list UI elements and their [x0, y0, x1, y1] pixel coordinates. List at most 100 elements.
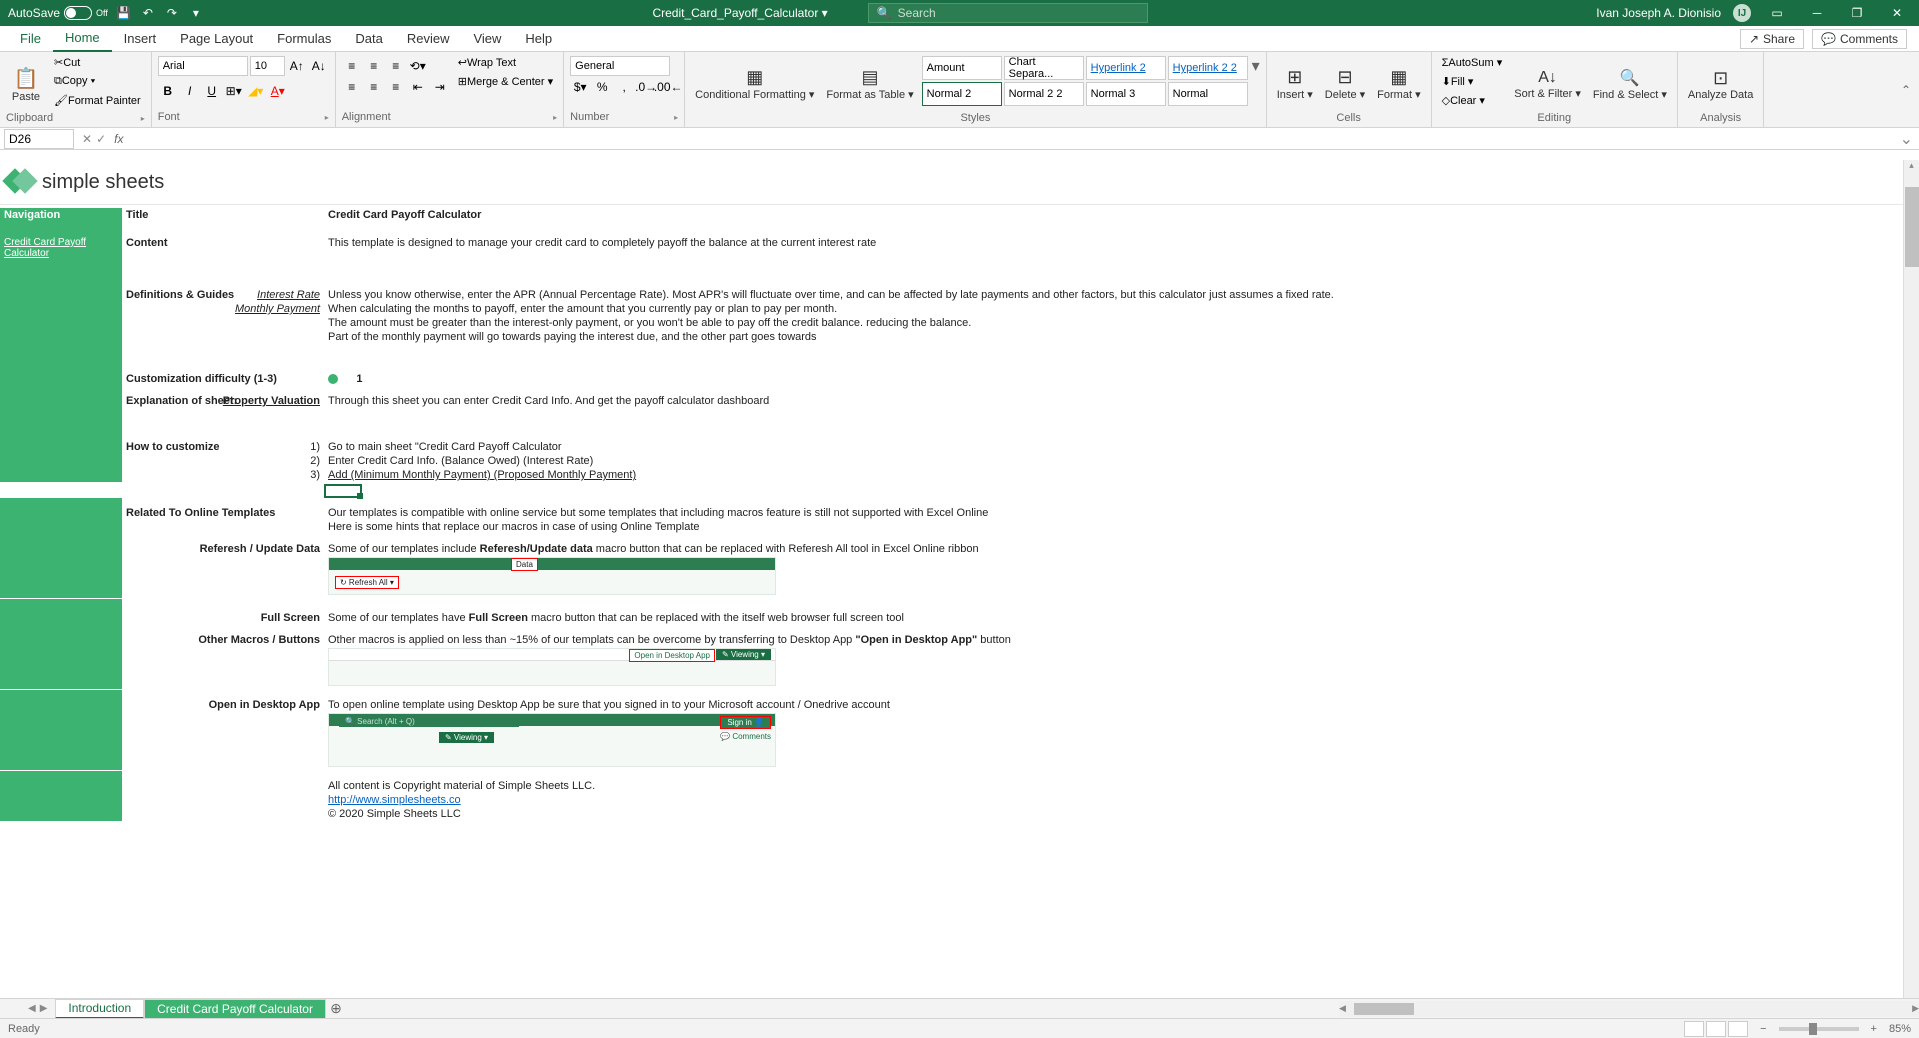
align-middle-icon[interactable]: ≡ — [364, 56, 384, 76]
autosave-toggle[interactable]: AutoSave Off — [8, 6, 108, 20]
sheet-nav-prev-icon[interactable]: ◀ — [28, 1003, 36, 1014]
tab-formulas[interactable]: Formulas — [265, 26, 343, 52]
selected-cell[interactable] — [324, 484, 362, 498]
tab-data[interactable]: Data — [343, 26, 394, 52]
fx-icon[interactable]: fx — [110, 132, 127, 146]
vertical-scrollbar[interactable]: ▴ — [1903, 160, 1919, 998]
fill-color-button[interactable]: ◢▾ — [246, 81, 266, 101]
style-normal22[interactable]: Normal 2 2 — [1004, 82, 1084, 106]
autosum-button[interactable]: ΣAutoSum ▾ — [1438, 56, 1507, 74]
cancel-formula-icon[interactable]: ✕ — [82, 132, 92, 146]
document-title[interactable]: Credit_Card_Payoff_Calculator ▾ — [652, 6, 827, 20]
paste-button[interactable]: 📋 Paste — [6, 56, 46, 112]
style-hyperlink2[interactable]: Hyperlink 2 — [1086, 56, 1166, 80]
style-chart-separa[interactable]: Chart Separa... — [1004, 56, 1084, 80]
style-normal2[interactable]: Normal 2 — [922, 82, 1002, 106]
number-format-select[interactable] — [570, 56, 670, 76]
view-page-break-icon[interactable] — [1728, 1021, 1748, 1037]
user-avatar[interactable]: IJ — [1733, 4, 1751, 22]
sheet-tab-calculator[interactable]: Credit Card Payoff Calculator — [144, 999, 326, 1019]
minimize-icon[interactable]: ─ — [1803, 0, 1831, 26]
decrease-decimal-icon[interactable]: .00← — [658, 77, 678, 97]
currency-icon[interactable]: $▾ — [570, 77, 590, 97]
qat-customize-icon[interactable]: ▾ — [188, 5, 204, 21]
style-amount[interactable]: Amount — [922, 56, 1002, 80]
expand-formula-icon[interactable]: ⌄ — [1894, 129, 1919, 149]
font-color-button[interactable]: A▾ — [268, 81, 288, 101]
spreadsheet-grid[interactable]: simple sheets Navigation Title Credit Ca… — [0, 160, 1919, 998]
tab-home[interactable]: Home — [53, 26, 112, 52]
tab-file[interactable]: File — [8, 26, 53, 52]
view-normal-icon[interactable] — [1684, 1021, 1704, 1037]
copy-button[interactable]: ⧉Copy ▾ — [50, 75, 145, 93]
nav-link-calculator[interactable]: Credit Card Payoff Calculator — [4, 237, 118, 259]
add-sheet-button[interactable]: ⊕ — [326, 999, 346, 1019]
increase-font-icon[interactable]: A↑ — [287, 56, 307, 76]
merge-center-button[interactable]: ⊞Merge & Center ▾ — [454, 75, 557, 93]
search-box[interactable]: 🔍 Search — [868, 3, 1148, 23]
align-right-icon[interactable]: ≡ — [386, 77, 406, 97]
styles-more-icon[interactable]: ▾ — [1252, 56, 1260, 76]
orientation-icon[interactable]: ⟲▾ — [408, 56, 428, 76]
cut-button[interactable]: ✂Cut — [50, 56, 145, 74]
close-icon[interactable]: ✕ — [1883, 0, 1911, 26]
format-as-table-button[interactable]: ▤Format as Table ▾ — [822, 56, 917, 112]
formula-input[interactable] — [127, 132, 1893, 146]
username[interactable]: Ivan Joseph A. Dionisio — [1596, 6, 1721, 20]
font-name-select[interactable] — [158, 56, 248, 76]
align-bottom-icon[interactable]: ≡ — [386, 56, 406, 76]
collapse-ribbon-icon[interactable]: ⌃ — [1893, 52, 1919, 127]
tab-insert[interactable]: Insert — [112, 26, 169, 52]
underline-button[interactable]: U — [202, 81, 222, 101]
find-select-button[interactable]: 🔍Find & Select ▾ — [1589, 56, 1671, 112]
zoom-in-icon[interactable]: + — [1871, 1023, 1877, 1035]
zoom-slider[interactable] — [1779, 1027, 1859, 1031]
decrease-indent-icon[interactable]: ⇤ — [408, 77, 428, 97]
analyze-data-button[interactable]: ⊡Analyze Data — [1684, 56, 1757, 112]
increase-indent-icon[interactable]: ⇥ — [430, 77, 450, 97]
insert-cells-button[interactable]: ⊞Insert ▾ — [1273, 56, 1317, 112]
tab-view[interactable]: View — [461, 26, 513, 52]
align-top-icon[interactable]: ≡ — [342, 56, 362, 76]
share-button[interactable]: ↗ Share — [1740, 29, 1804, 49]
tab-review[interactable]: Review — [395, 26, 462, 52]
percent-icon[interactable]: % — [592, 77, 612, 97]
zoom-out-icon[interactable]: − — [1760, 1023, 1766, 1035]
save-icon[interactable]: 💾 — [116, 5, 132, 21]
align-left-icon[interactable]: ≡ — [342, 77, 362, 97]
align-center-icon[interactable]: ≡ — [364, 77, 384, 97]
comments-button[interactable]: 💬 Comments — [1812, 29, 1907, 49]
clear-button[interactable]: ◇Clear ▾ — [1438, 94, 1507, 112]
format-painter-button[interactable]: 🖌Format Painter — [50, 94, 145, 112]
sort-filter-button[interactable]: A↓Sort & Filter ▾ — [1510, 56, 1585, 112]
delete-cells-button[interactable]: ⊟Delete ▾ — [1321, 56, 1369, 112]
redo-icon[interactable]: ↷ — [164, 5, 180, 21]
name-box[interactable] — [4, 129, 74, 149]
decrease-font-icon[interactable]: A↓ — [309, 56, 329, 76]
italic-button[interactable]: I — [180, 81, 200, 101]
wrap-text-button[interactable]: ↩Wrap Text — [454, 56, 557, 74]
style-normal[interactable]: Normal — [1168, 82, 1248, 106]
tab-page-layout[interactable]: Page Layout — [168, 26, 265, 52]
related-desc: Our templates is compatible with online … — [324, 506, 1919, 520]
fill-button[interactable]: ⬇Fill ▾ — [1438, 75, 1507, 93]
style-hyperlink22[interactable]: Hyperlink 2 2 — [1168, 56, 1248, 80]
format-cells-button[interactable]: ▦Format ▾ — [1373, 56, 1424, 112]
tab-help[interactable]: Help — [513, 26, 564, 52]
copyright-link[interactable]: http://www.simplesheets.co — [328, 794, 461, 806]
style-normal3[interactable]: Normal 3 — [1086, 82, 1166, 106]
horizontal-scrollbar[interactable]: ◀ ▶ — [1339, 1001, 1919, 1017]
zoom-level[interactable]: 85% — [1889, 1023, 1911, 1035]
border-button[interactable]: ⊞▾ — [224, 81, 244, 101]
enter-formula-icon[interactable]: ✓ — [96, 132, 106, 146]
ribbon-display-icon[interactable]: ▭ — [1763, 0, 1791, 26]
undo-icon[interactable]: ↶ — [140, 5, 156, 21]
conditional-formatting-button[interactable]: ▦Conditional Formatting ▾ — [691, 56, 818, 112]
view-page-layout-icon[interactable] — [1706, 1021, 1726, 1037]
bold-button[interactable]: B — [158, 81, 178, 101]
sheet-nav-next-icon[interactable]: ▶ — [40, 1003, 48, 1014]
font-size-select[interactable] — [250, 56, 285, 76]
maximize-icon[interactable]: ❐ — [1843, 0, 1871, 26]
comma-icon[interactable]: , — [614, 77, 634, 97]
sheet-tab-introduction[interactable]: Introduction — [55, 999, 144, 1019]
